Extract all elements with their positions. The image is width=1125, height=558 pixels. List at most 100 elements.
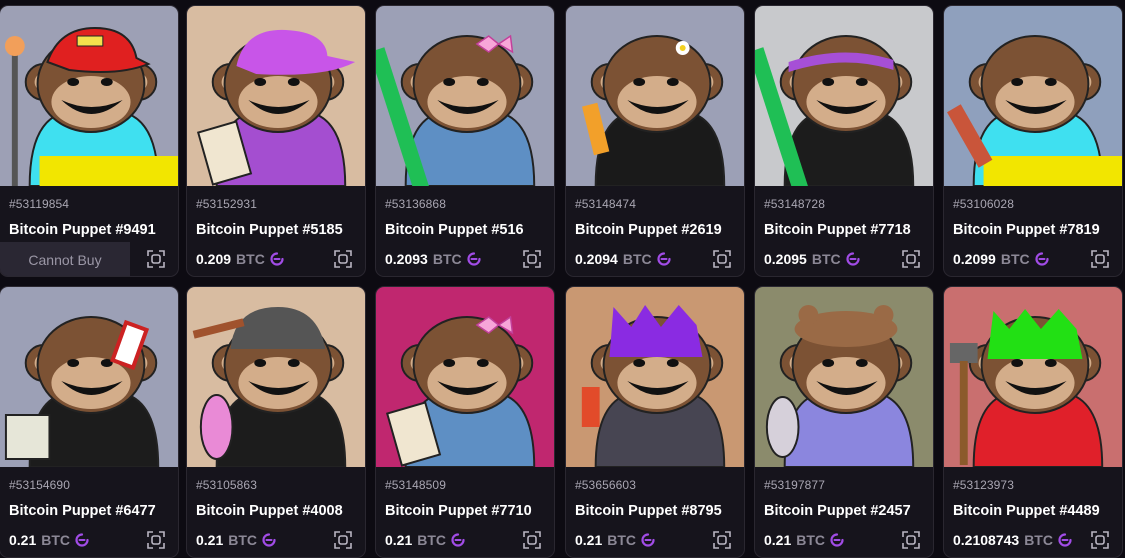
scan-icon[interactable]	[522, 249, 542, 269]
inscription-number: #53148728	[764, 197, 825, 211]
chain-icon	[1035, 252, 1049, 266]
price-unit: BTC	[811, 251, 841, 267]
nft-image[interactable]	[0, 6, 178, 186]
price-row: 0.2094 BTC	[575, 250, 671, 268]
inscription-number: #53656603	[575, 478, 636, 492]
chain-icon	[75, 533, 89, 547]
nft-image[interactable]	[566, 6, 744, 186]
nft-card[interactable]: #53148728 Bitcoin Puppet #7718 0.2095 BT…	[754, 5, 934, 277]
nft-image[interactable]	[755, 287, 933, 467]
nft-title[interactable]: Bitcoin Puppet #7819	[953, 222, 1100, 238]
nft-card[interactable]: #53106028 Bitcoin Puppet #7819 0.2099 BT…	[943, 5, 1123, 277]
nft-card[interactable]: #53105863 Bitcoin Puppet #4008 0.21 BTC	[186, 286, 366, 558]
chain-icon	[467, 252, 481, 266]
nft-title[interactable]: Bitcoin Puppet #6477	[9, 503, 156, 519]
nft-card[interactable]: #53154690 Bitcoin Puppet #6477 0.21 BTC	[0, 286, 179, 558]
chain-icon	[830, 533, 844, 547]
nft-title[interactable]: Bitcoin Puppet #8795	[575, 503, 722, 519]
chain-icon	[657, 252, 671, 266]
chain-icon	[270, 252, 284, 266]
chain-icon	[262, 533, 276, 547]
inscription-number: #53148474	[575, 197, 636, 211]
nft-title[interactable]: Bitcoin Puppet #4489	[953, 503, 1100, 519]
nft-card[interactable]: #53152931 Bitcoin Puppet #5185 0.209 BTC	[186, 5, 366, 277]
nft-image[interactable]	[0, 287, 178, 467]
nft-image[interactable]	[944, 6, 1122, 186]
price-value: 0.2099	[953, 251, 996, 267]
scan-icon[interactable]	[1090, 249, 1110, 269]
inscription-number: #53154690	[9, 478, 70, 492]
inscription-number: #53197877	[764, 478, 825, 492]
scan-icon[interactable]	[146, 249, 166, 269]
nft-title[interactable]: Bitcoin Puppet #7710	[385, 503, 532, 519]
cannot-buy-button[interactable]: Cannot Buy	[0, 242, 130, 276]
inscription-number: #53123973	[953, 478, 1014, 492]
scan-icon[interactable]	[901, 249, 921, 269]
nft-image[interactable]	[944, 287, 1122, 467]
price-row: 0.21 BTC	[764, 531, 844, 549]
price-row: 0.2093 BTC	[385, 250, 481, 268]
price-row: 0.2108743 BTC	[953, 531, 1072, 549]
nft-image[interactable]	[376, 6, 554, 186]
price-row: 0.21 BTC	[9, 531, 89, 549]
price-unit: BTC	[622, 251, 652, 267]
nft-image[interactable]	[566, 287, 744, 467]
price-value: 0.21	[575, 532, 603, 548]
nft-card[interactable]: #53656603 Bitcoin Puppet #8795 0.21 BTC	[565, 286, 745, 558]
nft-title[interactable]: Bitcoin Puppet #4008	[196, 503, 343, 519]
inscription-number: #53119854	[9, 197, 70, 211]
nft-card[interactable]: #53148474 Bitcoin Puppet #2619 0.2094 BT…	[565, 5, 745, 277]
nft-card[interactable]: #53136868 Bitcoin Puppet #516 0.2093 BTC	[375, 5, 555, 277]
scan-icon[interactable]	[712, 530, 732, 550]
scan-icon[interactable]	[1090, 530, 1110, 550]
nft-image[interactable]	[376, 287, 554, 467]
price-value: 0.2093	[385, 251, 428, 267]
chain-icon	[451, 533, 465, 547]
price-unit: BTC	[607, 532, 637, 548]
price-row: 0.21 BTC	[196, 531, 276, 549]
inscription-number: #53148509	[385, 478, 446, 492]
nft-card[interactable]: #53148509 Bitcoin Puppet #7710 0.21 BTC	[375, 286, 555, 558]
price-row: 0.21 BTC	[385, 531, 465, 549]
nft-card[interactable]: #53119854 Bitcoin Puppet #9491 Cannot Bu…	[0, 5, 179, 277]
nft-card[interactable]: #53197877 Bitcoin Puppet #2457 0.21 BTC	[754, 286, 934, 558]
price-unit: BTC	[41, 532, 71, 548]
nft-card[interactable]: #53123973 Bitcoin Puppet #4489 0.2108743…	[943, 286, 1123, 558]
chain-icon	[1058, 533, 1072, 547]
scan-icon[interactable]	[333, 249, 353, 269]
nft-title[interactable]: Bitcoin Puppet #5185	[196, 222, 343, 238]
price-row: 0.2095 BTC	[764, 250, 860, 268]
price-unit: BTC	[1024, 532, 1053, 548]
chain-icon	[641, 533, 655, 547]
price-unit: BTC	[417, 532, 447, 548]
scan-icon[interactable]	[522, 530, 542, 550]
price-unit: BTC	[228, 532, 258, 548]
price-unit: BTC	[1000, 251, 1030, 267]
nft-image[interactable]	[187, 287, 365, 467]
nft-title[interactable]: Bitcoin Puppet #2619	[575, 222, 722, 238]
scan-icon[interactable]	[146, 530, 166, 550]
price-row: 0.2099 BTC	[953, 250, 1049, 268]
nft-title[interactable]: Bitcoin Puppet #516	[385, 222, 524, 238]
inscription-number: #53106028	[953, 197, 1014, 211]
price-row: 0.21 BTC	[575, 531, 655, 549]
nft-image[interactable]	[755, 6, 933, 186]
price-unit: BTC	[796, 532, 826, 548]
scan-icon[interactable]	[712, 249, 732, 269]
scan-icon[interactable]	[901, 530, 921, 550]
chain-icon	[846, 252, 860, 266]
price-value: 0.2095	[764, 251, 807, 267]
price-value: 0.2108743	[953, 532, 1020, 548]
price-value: 0.21	[385, 532, 413, 548]
price-value: 0.21	[9, 532, 37, 548]
inscription-number: #53105863	[196, 478, 257, 492]
price-value: 0.209	[196, 251, 232, 267]
nft-title[interactable]: Bitcoin Puppet #7718	[764, 222, 911, 238]
price-unit: BTC	[236, 251, 265, 267]
nft-title[interactable]: Bitcoin Puppet #2457	[764, 503, 911, 519]
nft-title[interactable]: Bitcoin Puppet #9491	[9, 222, 156, 238]
price-value: 0.21	[196, 532, 224, 548]
nft-image[interactable]	[187, 6, 365, 186]
scan-icon[interactable]	[333, 530, 353, 550]
price-row: 0.209 BTC	[196, 250, 284, 268]
